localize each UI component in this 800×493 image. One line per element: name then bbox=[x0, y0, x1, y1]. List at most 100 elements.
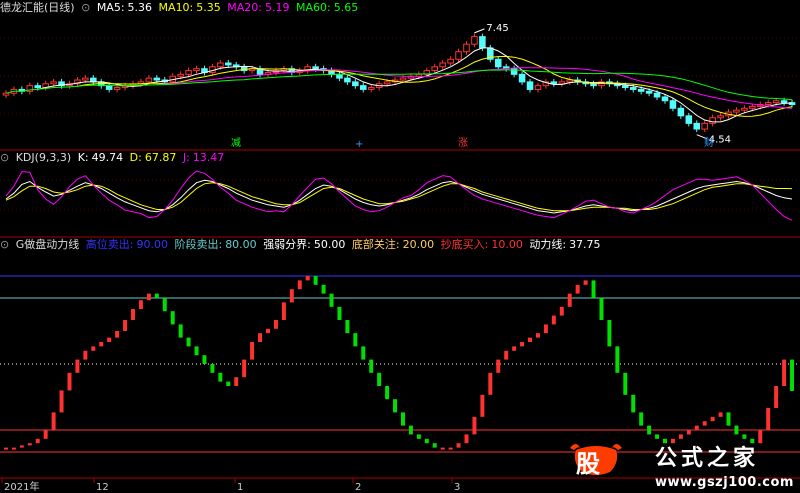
ma60-line bbox=[5, 69, 793, 101]
power-bar bbox=[59, 390, 64, 413]
signal-marker: 涨 bbox=[458, 137, 468, 149]
power-bar bbox=[258, 333, 263, 342]
k-label: K: bbox=[77, 151, 89, 164]
candle-body bbox=[312, 66, 319, 70]
power-bar bbox=[115, 331, 120, 338]
candle-body bbox=[677, 107, 685, 117]
candle-body bbox=[352, 81, 359, 87]
ma20-line bbox=[156, 67, 793, 109]
power-bar bbox=[289, 289, 294, 303]
candle-body bbox=[439, 62, 446, 68]
power-bar bbox=[218, 372, 223, 382]
power-bar bbox=[623, 372, 628, 395]
power-bar bbox=[424, 438, 429, 444]
j-label: J: bbox=[182, 151, 190, 164]
high-label: 7.45 bbox=[486, 23, 508, 34]
power-bar bbox=[543, 324, 548, 334]
gear-icon[interactable]: ⊙ bbox=[81, 1, 90, 14]
price-header: 德龙汇能(日线) ⊙ MA5: 5.36 MA10: 5.35 MA20: 5.19 … bbox=[0, 0, 361, 16]
line10-value: 10.00 bbox=[491, 238, 523, 251]
candle-body bbox=[359, 85, 367, 90]
power-label: 动力线: bbox=[529, 238, 567, 251]
power-bar bbox=[3, 447, 8, 450]
line50-label: 强弱分界: bbox=[263, 238, 311, 251]
candle-body bbox=[749, 105, 756, 109]
watermark-title: 公式之家 bbox=[655, 446, 760, 471]
power-bar bbox=[782, 359, 787, 386]
candle-body bbox=[463, 43, 470, 53]
power-bar bbox=[146, 293, 151, 301]
power-bar bbox=[456, 443, 461, 448]
power-bar bbox=[567, 293, 572, 307]
power-bar bbox=[400, 412, 405, 426]
power-bar bbox=[186, 337, 191, 347]
candle-body bbox=[105, 85, 113, 90]
power-bar bbox=[210, 364, 215, 373]
power-bar bbox=[559, 306, 564, 316]
line80-label: 阶段卖出: bbox=[174, 238, 223, 251]
power-bar bbox=[329, 293, 334, 307]
date-label: 1 bbox=[237, 482, 243, 493]
candle-body bbox=[518, 73, 526, 83]
power-bar bbox=[385, 386, 390, 400]
power-bar bbox=[631, 394, 636, 413]
chart-root: { "header_price": { "stock": "德龙汇能(日线)",… bbox=[0, 0, 800, 493]
high-marker bbox=[474, 28, 485, 34]
power-bar bbox=[170, 311, 175, 325]
gear-icon[interactable]: ⊙ bbox=[0, 238, 9, 251]
power-bar bbox=[408, 425, 413, 435]
candle-body bbox=[193, 68, 200, 72]
candle-body bbox=[764, 102, 772, 106]
indicator-header: ⊙ G做盘动力线 高位卖出: 90.00 阶段卖出: 80.00 强弱分界: 50.0… bbox=[0, 237, 604, 253]
ma10-value: 5.35 bbox=[196, 1, 221, 14]
ma60-label: MA60: bbox=[295, 1, 331, 14]
gear-icon[interactable]: ⊙ bbox=[0, 151, 9, 164]
candle-body bbox=[494, 58, 502, 68]
candle-body bbox=[526, 81, 534, 90]
line90-value: 90.00 bbox=[136, 238, 168, 251]
power-bar bbox=[464, 434, 469, 444]
candle-body bbox=[780, 100, 788, 104]
power-bar bbox=[480, 394, 485, 417]
candle-body bbox=[383, 81, 391, 85]
power-bar bbox=[250, 342, 255, 360]
candle-body bbox=[145, 77, 153, 83]
candle-body bbox=[225, 62, 232, 66]
signal-marker: 财 bbox=[704, 136, 714, 149]
candle-body bbox=[772, 100, 780, 104]
d-value: 67.87 bbox=[144, 151, 177, 164]
line10-label: 抄底买入: bbox=[440, 238, 489, 251]
kdj-name: KDJ(9,3,3) bbox=[15, 151, 72, 164]
power-bar bbox=[83, 350, 88, 360]
power-bar bbox=[27, 443, 32, 446]
candle-body bbox=[336, 73, 343, 79]
line80-value: 80.00 bbox=[225, 238, 257, 251]
power-bar bbox=[528, 337, 532, 342]
power-bar bbox=[488, 372, 493, 395]
power-bar bbox=[313, 276, 318, 285]
candle-body bbox=[629, 87, 637, 90]
candle-body bbox=[153, 77, 161, 81]
candle-body bbox=[399, 77, 407, 81]
watermark-logo-text: 股 bbox=[576, 450, 600, 478]
candle-body bbox=[558, 81, 566, 85]
power-bar bbox=[369, 359, 374, 373]
candle-body bbox=[693, 122, 701, 130]
ma60-value: 5.65 bbox=[333, 1, 359, 14]
candle-body bbox=[90, 77, 97, 83]
power-bar bbox=[242, 359, 247, 378]
k-line bbox=[5, 179, 793, 214]
power-bar bbox=[726, 412, 731, 426]
power-bar bbox=[75, 359, 80, 373]
power-bar bbox=[99, 342, 104, 347]
power-bar bbox=[702, 421, 707, 426]
power-bar bbox=[107, 337, 112, 342]
power-bar bbox=[734, 425, 739, 435]
line20-label: 底部关注: bbox=[351, 238, 400, 251]
candle-body bbox=[645, 90, 653, 94]
ma20-label: MA20: bbox=[227, 1, 262, 14]
power-bar bbox=[766, 408, 771, 430]
candle-body bbox=[534, 85, 542, 90]
ma10-label: MA10: bbox=[158, 1, 194, 14]
power-bar bbox=[162, 298, 167, 312]
